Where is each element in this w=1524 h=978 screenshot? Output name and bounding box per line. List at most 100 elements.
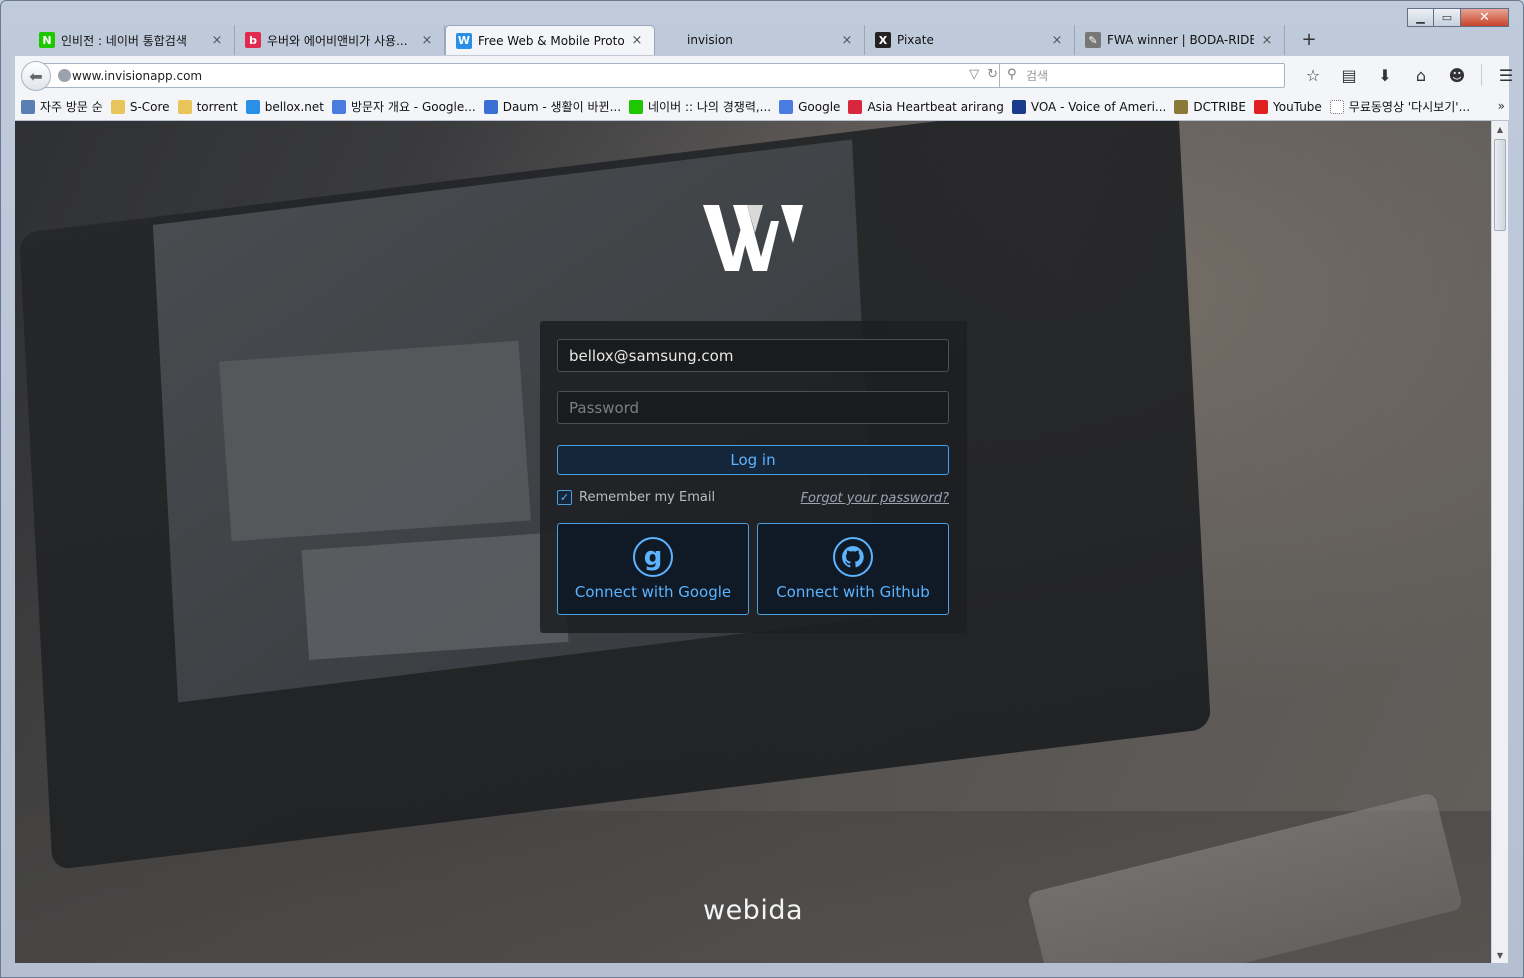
bookmark-item[interactable]: bellox.net — [245, 99, 324, 114]
window-controls: ▁ ▭ ✕ — [1407, 8, 1509, 27]
google-icon — [779, 99, 794, 114]
search-icon: ⚲ — [1007, 67, 1017, 82]
bookmarks-menu-icon[interactable]: ▤ — [1331, 64, 1367, 86]
bookmark-label: 네이버 :: 나의 경쟁력,... — [648, 100, 772, 114]
reload-icon[interactable]: ↻ — [987, 67, 998, 82]
bookmark-label: Asia Heartbeat arirang — [867, 99, 1004, 114]
navigation-bar: www.invisionapp.com ▽ ↻ ⬅ ⚲ 검색 ☆ ▤ ⬇ ⌂ ☻… — [15, 55, 1513, 93]
tab-close-icon[interactable]: × — [1260, 33, 1274, 48]
scroll-up-icon[interactable]: ▲ — [1492, 121, 1508, 137]
tab-bar: N 인비전 : 네이버 통합검색 × b 우버와 에어비앤비가 사용... × W Free … — [29, 25, 1285, 55]
scroll-down-icon[interactable]: ▼ — [1492, 947, 1508, 963]
remember-checkbox[interactable]: ✓ — [557, 490, 572, 505]
remember-email[interactable]: ✓ Remember my Email — [557, 490, 715, 505]
bellox-icon — [245, 99, 260, 114]
minimize-button[interactable]: ▁ — [1407, 8, 1434, 27]
blank-favicon-icon — [665, 32, 681, 48]
bookmark-label: S-Core — [129, 99, 170, 114]
new-tab-button[interactable]: + — [1297, 29, 1321, 50]
fwa-icon: ✎ — [1085, 32, 1101, 48]
voa-icon — [1011, 99, 1026, 114]
back-button[interactable]: ⬅ — [21, 61, 51, 91]
page-viewport: bellox@samsung.com Password Log in ✓ Rem… — [15, 121, 1491, 963]
page-icon — [1329, 99, 1344, 114]
bookmark-item[interactable]: YouTube — [1254, 99, 1322, 114]
close-window-button[interactable]: ✕ — [1461, 8, 1509, 27]
folder-icon — [110, 99, 125, 114]
toolbar-divider — [1481, 64, 1482, 86]
tab-5[interactable]: X Pixate × — [865, 25, 1075, 55]
bookmark-item[interactable]: Asia Heartbeat arirang — [848, 99, 1004, 114]
email-field[interactable]: bellox@samsung.com — [557, 339, 949, 372]
brand-wordmark: webida — [702, 895, 804, 926]
bookmark-label: bellox.net — [264, 99, 324, 114]
bookmark-item[interactable]: 방문자 개요 - Google... — [331, 98, 476, 115]
dctribe-icon — [1174, 99, 1189, 114]
bookmark-label: torrent — [196, 99, 238, 114]
tab-close-icon[interactable]: × — [630, 33, 644, 48]
tab-close-icon[interactable]: × — [840, 33, 854, 48]
bookmark-label: Daum - 생활이 바뀐... — [502, 100, 622, 114]
bookmark-item[interactable]: Daum - 생활이 바뀐... — [483, 98, 622, 115]
maximize-button[interactable]: ▭ — [1434, 8, 1461, 27]
github-icon — [833, 537, 873, 577]
scroll-thumb[interactable] — [1494, 139, 1506, 231]
brunch-icon: b — [245, 32, 261, 48]
bookmark-label: DCTRIBE — [1193, 99, 1246, 114]
url-bar[interactable]: www.invisionapp.com ▽ ↻ — [37, 63, 1005, 88]
vertical-scrollbar[interactable]: ▲ ▼ — [1491, 121, 1508, 963]
globe-icon — [58, 69, 71, 82]
connect-github-label: Connect with Github — [776, 583, 930, 601]
bookmark-item[interactable]: 네이버 :: 나의 경쟁력,... — [629, 98, 771, 115]
bookmark-label: Google — [798, 99, 841, 114]
connect-google-label: Connect with Google — [574, 583, 732, 601]
url-text: www.invisionapp.com — [72, 68, 203, 83]
google-analytics-icon — [331, 99, 346, 114]
bookmark-item[interactable]: Google — [779, 99, 841, 114]
login-button[interactable]: Log in — [557, 445, 949, 475]
bookmark-star-icon[interactable]: ☆ — [1295, 64, 1331, 86]
tab-1[interactable]: N 인비전 : 네이버 통합검색 × — [29, 25, 235, 55]
tab-2[interactable]: b 우버와 에어비앤비가 사용... × — [235, 25, 445, 55]
search-placeholder: 검색 — [1026, 69, 1049, 83]
tab-4[interactable]: invision × — [655, 25, 865, 55]
tab-3[interactable]: W Free Web & Mobile Proto... × — [445, 25, 655, 55]
invision-icon: W — [456, 32, 472, 49]
search-input[interactable]: ⚲ 검색 — [999, 63, 1285, 88]
bookmark-label: 무료동영상 '다시보기'... — [1348, 100, 1471, 114]
connect-github-button[interactable]: Connect with Github — [757, 523, 949, 615]
bookmark-item[interactable]: torrent — [177, 99, 238, 114]
bookmark-item[interactable]: VOA - Voice of Ameri... — [1011, 99, 1166, 114]
browser-window: ▁ ▭ ✕ N 인비전 : 네이버 통합검색 × b 우버와 에어비앤비가 사용... ×… — [0, 0, 1524, 978]
bookmark-label: YouTube — [1273, 99, 1322, 114]
tab-close-icon[interactable]: × — [420, 33, 434, 48]
login-panel: bellox@samsung.com Password Log in ✓ Rem… — [540, 321, 967, 633]
toolbar: ☆ ▤ ⬇ ⌂ ☻ ☰ — [1295, 64, 1524, 86]
bookmarks-overflow-icon[interactable]: » — [1498, 99, 1505, 113]
menu-icon[interactable]: ☰ — [1488, 64, 1524, 86]
dropdown-arrow-icon[interactable]: ▽ — [969, 67, 979, 82]
tab-title: Pixate — [897, 33, 934, 47]
bookmark-item[interactable]: 무료동영상 '다시보기'... — [1329, 98, 1471, 115]
tab-title: 우버와 에어비앤비가 사용... — [267, 33, 408, 48]
password-field[interactable]: Password — [557, 391, 949, 424]
bookmark-item[interactable]: S-Core — [110, 99, 170, 114]
forgot-password-link[interactable]: Forgot your password? — [801, 491, 949, 506]
tab-title: FWA winner | BODA-RIDE — [1107, 33, 1254, 47]
bookmark-item[interactable]: 자주 방문 순 — [21, 98, 103, 115]
bookmark-item[interactable]: DCTRIBE — [1174, 99, 1246, 114]
connect-google-button[interactable]: g Connect with Google — [557, 523, 749, 615]
home-icon[interactable]: ⌂ — [1403, 64, 1439, 86]
tab-close-icon[interactable]: × — [1050, 33, 1064, 48]
daum-icon — [483, 99, 498, 114]
tab-6[interactable]: ✎ FWA winner | BODA-RIDE × — [1075, 25, 1285, 55]
bookmark-label: 자주 방문 순 — [40, 100, 103, 114]
chat-icon[interactable]: ☻ — [1439, 64, 1475, 86]
download-icon[interactable]: ⬇ — [1367, 64, 1403, 86]
folder-icon — [177, 99, 192, 114]
pixate-icon: X — [875, 32, 891, 48]
naver-icon — [629, 99, 644, 114]
tab-close-icon[interactable]: × — [210, 33, 224, 48]
youtube-icon — [1254, 99, 1268, 114]
tab-title: Free Web & Mobile Proto... — [478, 33, 624, 48]
